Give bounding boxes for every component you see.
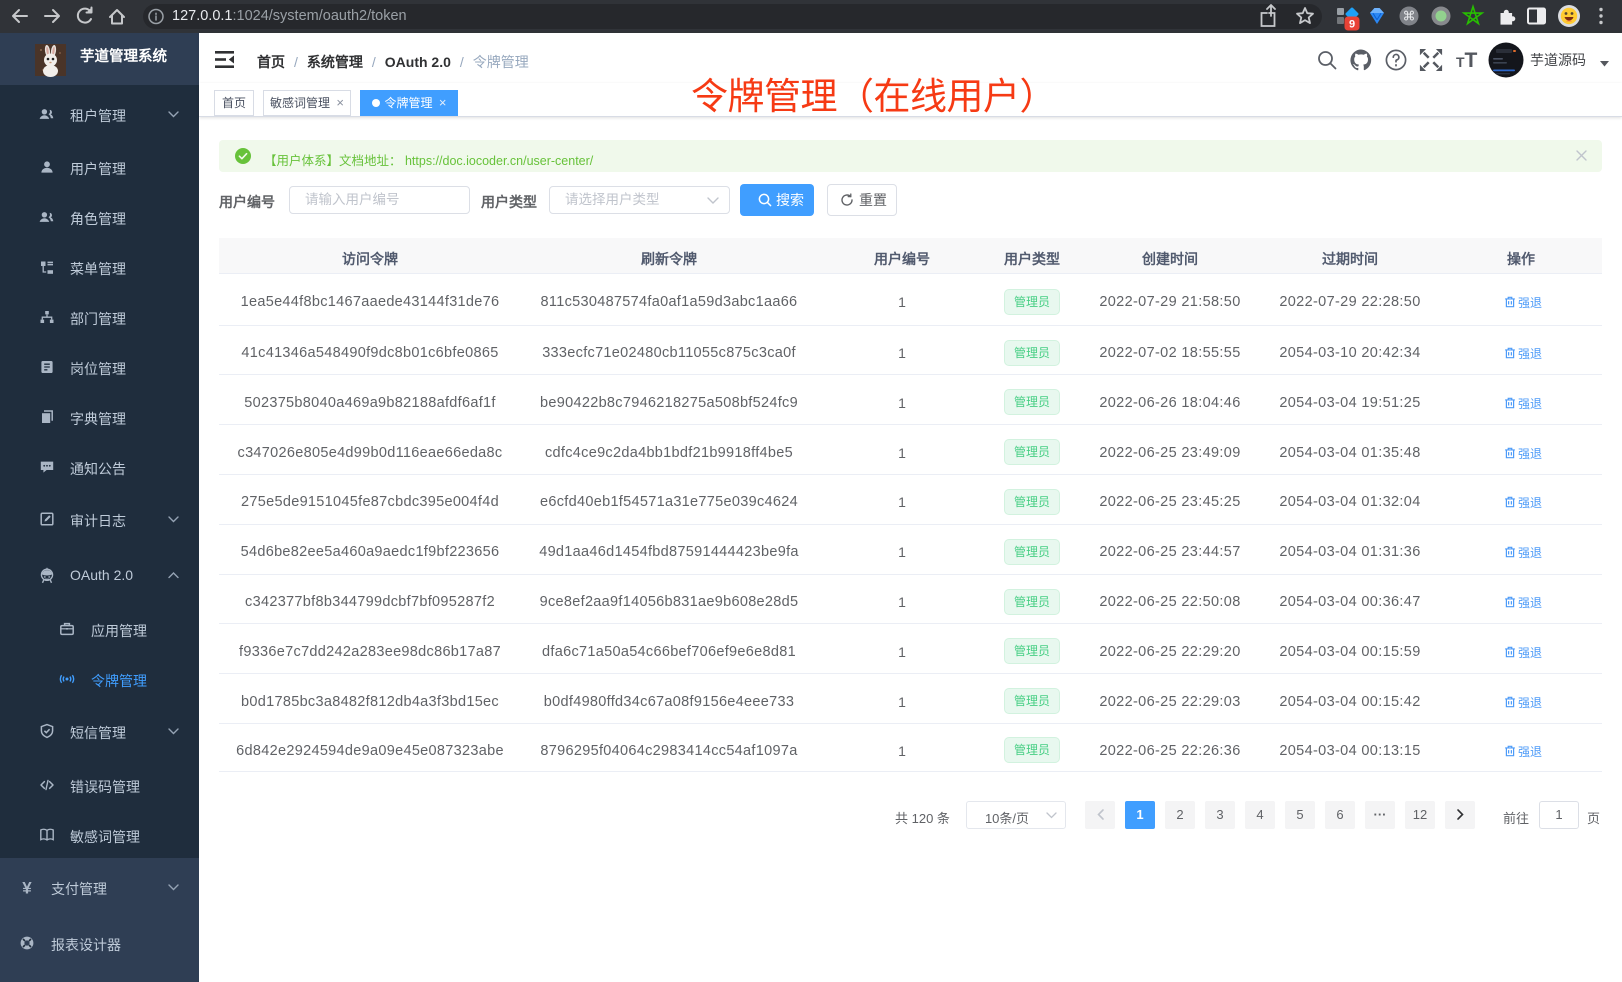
svg-text:¥: ¥ bbox=[22, 878, 32, 897]
svg-text:⌘: ⌘ bbox=[1403, 9, 1416, 24]
svg-text:芋道源码: 芋道源码 bbox=[1530, 52, 1586, 68]
svg-text:9: 9 bbox=[1349, 19, 1355, 31]
svg-text:T: T bbox=[1465, 49, 1478, 72]
